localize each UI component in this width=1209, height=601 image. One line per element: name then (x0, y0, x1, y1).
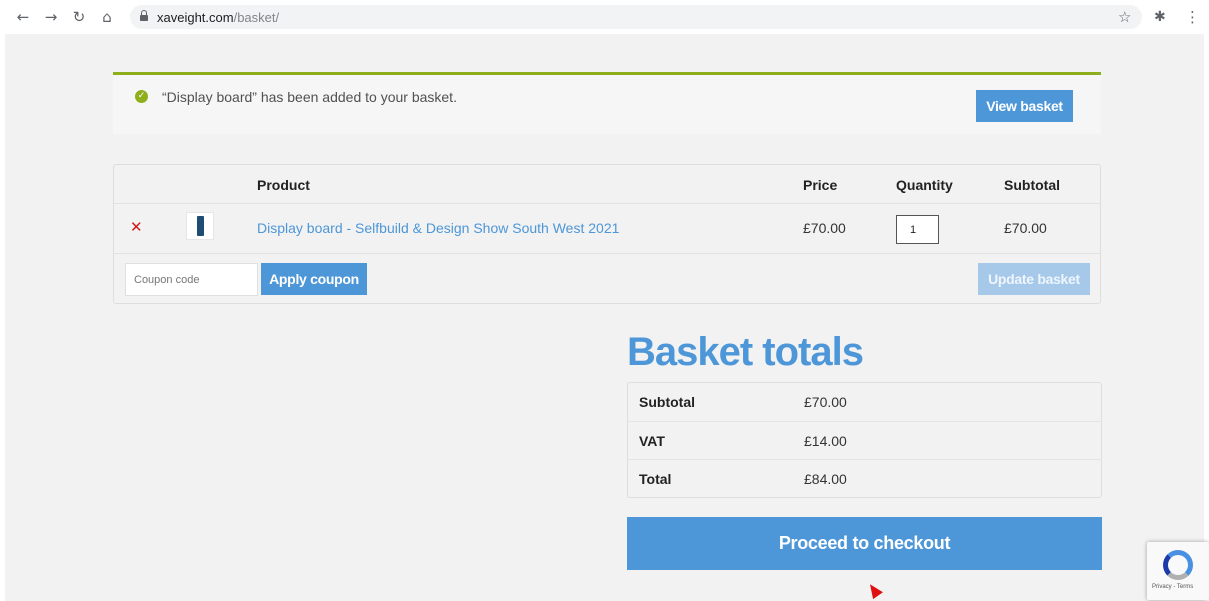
update-basket-button[interactable]: Update basket (978, 263, 1090, 295)
row-divider (114, 203, 1100, 204)
product-name-link[interactable]: Display board - Selfbuild & Design Show … (257, 220, 619, 236)
quantity-input[interactable]: 1 (896, 215, 939, 244)
checkmark-icon: ✓ (135, 90, 148, 103)
back-icon[interactable]: ← (14, 8, 32, 26)
product-thumbnail[interactable] (186, 212, 214, 240)
totals-value: £70.00 (804, 394, 847, 410)
header-quantity: Quantity (896, 177, 953, 193)
notice-message: “Display board” has been added to your b… (162, 89, 457, 105)
header-price: Price (803, 177, 838, 193)
totals-row-subtotal: Subtotal £70.00 (628, 383, 1101, 421)
row-divider (114, 253, 1100, 254)
url-domain: xaveight.com (157, 10, 234, 25)
added-to-basket-notice: ✓ “Display board” has been added to your… (113, 72, 1101, 134)
item-price: £70.00 (803, 220, 846, 236)
address-bar[interactable]: xaveight.com/basket/ (130, 5, 1142, 29)
proceed-to-checkout-button[interactable]: Proceed to checkout (627, 517, 1102, 570)
recaptcha-icon (1163, 550, 1193, 580)
forward-icon[interactable]: → (42, 8, 60, 26)
header-product: Product (257, 177, 310, 193)
recaptcha-badge[interactable]: Privacy - Terms (1147, 542, 1209, 600)
url-text: xaveight.com/basket/ (157, 10, 279, 25)
extensions-icon[interactable]: ✱ (1154, 8, 1166, 26)
star-icon[interactable]: ☆ (1118, 8, 1131, 26)
apply-coupon-button[interactable]: Apply coupon (261, 263, 367, 295)
mouse-cursor-icon (865, 580, 883, 600)
page-viewport: ✓ “Display board” has been added to your… (5, 34, 1204, 601)
totals-row-total: Total £84.00 (628, 459, 1101, 497)
header-subtotal: Subtotal (1004, 177, 1060, 193)
view-basket-button[interactable]: View basket (976, 90, 1073, 122)
item-subtotal: £70.00 (1004, 220, 1047, 236)
totals-row-vat: VAT £14.00 (628, 421, 1101, 459)
browser-toolbar: ← → ↻ ⌂ xaveight.com/basket/ ☆ ✱ ⋮ (0, 0, 1209, 34)
basket-totals-table: Subtotal £70.00 VAT £14.00 Total £84.00 (627, 382, 1102, 498)
remove-item-icon[interactable]: ✕ (130, 218, 143, 236)
reload-icon[interactable]: ↻ (70, 8, 88, 26)
totals-label: VAT (639, 433, 665, 449)
home-icon[interactable]: ⌂ (98, 8, 116, 26)
recaptcha-text[interactable]: Privacy - Terms (1152, 584, 1193, 590)
basket-totals-title: Basket totals (627, 330, 864, 374)
totals-label: Total (639, 471, 672, 487)
cart-table: Product Price Quantity Subtotal ✕ Displa… (113, 164, 1101, 304)
totals-label: Subtotal (639, 394, 695, 410)
menu-icon[interactable]: ⋮ (1185, 8, 1200, 26)
coupon-code-input[interactable]: Coupon code (125, 263, 258, 296)
totals-value: £14.00 (804, 433, 847, 449)
url-path: /basket/ (233, 10, 280, 25)
lock-icon (140, 10, 148, 21)
totals-value: £84.00 (804, 471, 847, 487)
